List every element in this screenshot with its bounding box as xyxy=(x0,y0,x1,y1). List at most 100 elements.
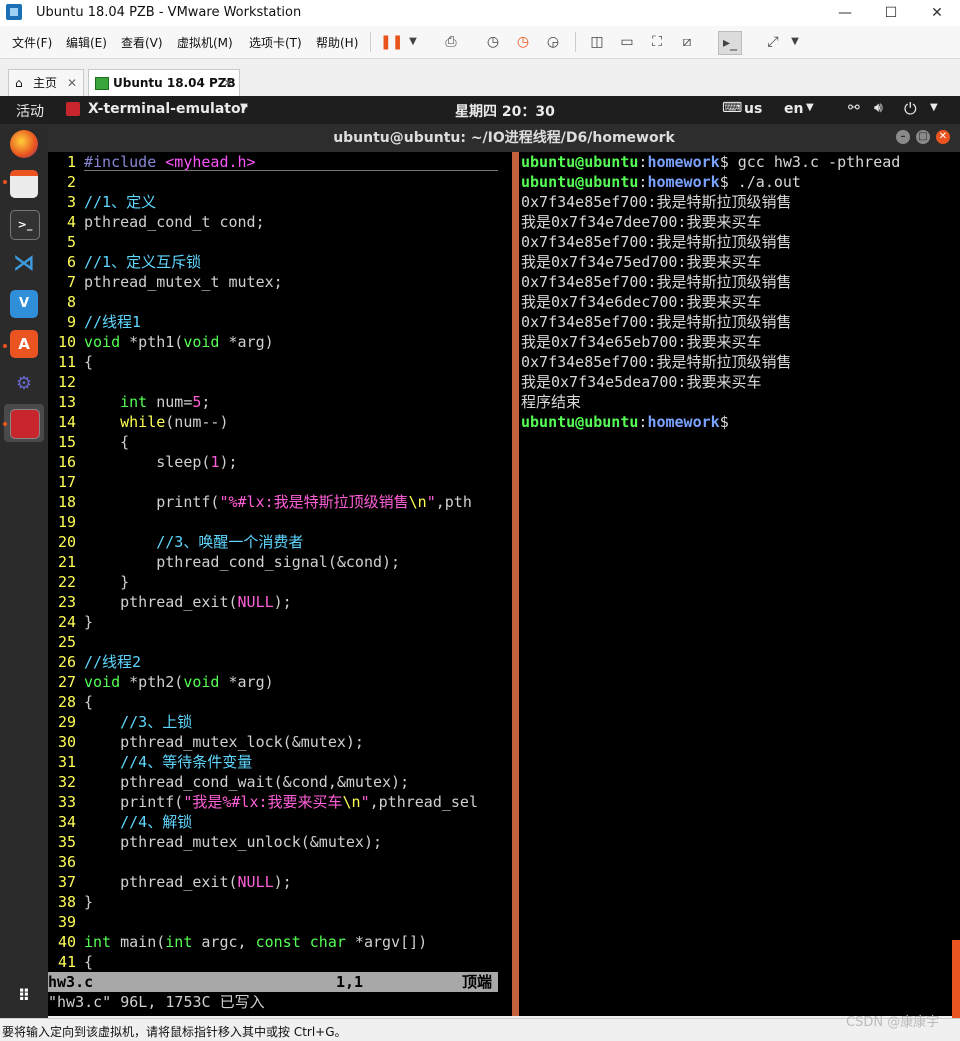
line-number: 18 xyxy=(57,493,76,511)
code-line[interactable]: 26 //线程2 xyxy=(48,652,512,672)
app-menu[interactable]: X-terminal-emulator xyxy=(88,101,247,117)
code-line[interactable]: 36 xyxy=(48,852,512,872)
chevron-down-icon[interactable]: ▼ xyxy=(240,102,248,113)
network-tools-icon[interactable]: ⚙ xyxy=(10,370,38,398)
power-icon[interactable]: ⏻ xyxy=(904,99,917,119)
code-line[interactable]: 16 sleep(1); xyxy=(48,452,512,472)
pause-icon[interactable]: ❚❚ xyxy=(380,31,403,53)
sidebar-toggle-icon[interactable]: ◫ xyxy=(586,31,608,53)
terminal-view-icon[interactable]: ▸_ xyxy=(718,31,742,55)
vim-editor-pane[interactable]: 1 #include <myhead.h> 2 3//1、定义 4 pthread_con… xyxy=(48,152,512,1016)
tab-ubuntu[interactable]: Ubuntu 18.04 PZB ✕ xyxy=(88,69,240,96)
menu-edit[interactable]: 编辑(E) xyxy=(66,34,107,51)
show-apps-icon[interactable]: ⠿ xyxy=(10,982,38,1010)
chevron-down-icon[interactable]: ▼ xyxy=(930,102,938,113)
close-icon[interactable]: ✕ xyxy=(223,70,233,96)
fullscreen-icon[interactable]: ⛶ xyxy=(646,31,668,53)
code-line[interactable]: 2 xyxy=(48,172,512,192)
code-line[interactable]: 35 pthread_mutex_unlock(&mutex); xyxy=(48,832,512,852)
minimize-icon[interactable]: – xyxy=(896,130,910,144)
code-line[interactable]: 34 //4、解锁 xyxy=(48,812,512,832)
code-line[interactable]: 30 pthread_mutex_lock(&mutex); xyxy=(48,732,512,752)
activities-button[interactable]: 活动 xyxy=(16,101,44,121)
close-icon[interactable]: ✕ xyxy=(936,130,950,144)
code-line[interactable]: 38} xyxy=(48,892,512,912)
code-line[interactable]: 24} xyxy=(48,612,512,632)
code-line[interactable]: 10 void *pth1(void *arg) xyxy=(48,332,512,352)
code-line[interactable]: 40 int main(int argc, const char *argv[]) xyxy=(48,932,512,952)
code-line[interactable]: 20 //3、唤醒一个消费者 xyxy=(48,532,512,552)
code-line[interactable]: 32 pthread_cond_wait(&cond,&mutex); xyxy=(48,772,512,792)
menu-file[interactable]: 文件(F) xyxy=(12,34,52,51)
revert-snapshot-icon[interactable]: ◷ xyxy=(512,31,534,53)
chevron-down-icon[interactable]: ▼ xyxy=(806,102,814,113)
menu-tabs[interactable]: 选项卡(T) xyxy=(249,34,302,51)
code-line[interactable]: 6 //1、定义互斥锁 xyxy=(48,252,512,272)
scrollbar-thumb[interactable] xyxy=(952,940,960,1018)
volume-icon[interactable]: 🔊︎ xyxy=(874,100,883,116)
software-center-icon[interactable]: A xyxy=(10,330,38,358)
code-line[interactable]: 23 pthread_exit(NULL); xyxy=(48,592,512,612)
close-button[interactable]: ✕ xyxy=(914,0,960,26)
code-line[interactable]: 21 pthread_cond_signal(&cond); xyxy=(48,552,512,572)
line-number: 11 xyxy=(57,353,76,371)
stretch-icon[interactable]: ⤢ xyxy=(762,31,784,53)
code-line[interactable]: 1 #include <myhead.h> xyxy=(48,152,512,172)
vmware-tools-icon[interactable]: V xyxy=(10,290,38,318)
files-icon[interactable] xyxy=(10,170,38,198)
maximize-button[interactable]: ☐ xyxy=(868,0,914,26)
vscode-icon[interactable]: ⋊ xyxy=(10,250,38,278)
code-line[interactable]: 13 int num=5; xyxy=(48,392,512,412)
menu-help[interactable]: 帮助(H) xyxy=(316,34,358,51)
snapshot-manager-icon[interactable]: ◶ xyxy=(542,31,564,53)
keyboard-layout[interactable]: us xyxy=(744,101,762,117)
shell-pane[interactable]: ubuntu@ubuntu:homework$ gcc hw3.c -pthre… xyxy=(519,152,960,1016)
code-line[interactable]: 41 { xyxy=(48,952,512,972)
code-line[interactable]: 22 } xyxy=(48,572,512,592)
console-view-icon[interactable]: ▭ xyxy=(616,31,638,53)
input-language[interactable]: en xyxy=(784,101,803,117)
code-line[interactable]: 19 xyxy=(48,512,512,532)
unity-icon[interactable]: ⧄ xyxy=(676,31,698,53)
firefox-icon[interactable] xyxy=(10,130,38,158)
code-line[interactable]: 29 //3、上锁 xyxy=(48,712,512,732)
send-ctrl-alt-del-icon[interactable]: ⎙ xyxy=(440,31,462,53)
minimize-button[interactable]: — xyxy=(822,0,868,26)
code-line[interactable]: 27 void *pth2(void *arg) xyxy=(48,672,512,692)
code-line[interactable]: 37 pthread_exit(NULL); xyxy=(48,872,512,892)
code-line[interactable]: 11 { xyxy=(48,352,512,372)
code-line[interactable]: 39 xyxy=(48,912,512,932)
code-line[interactable]: 18 printf("%#lx:我是特斯拉顶级销售\n",pth xyxy=(48,492,512,512)
menu-view[interactable]: 查看(V) xyxy=(121,34,163,51)
code-line[interactable]: 4 pthread_cond_t cond; xyxy=(48,212,512,232)
code-line[interactable]: 25 xyxy=(48,632,512,652)
code-line[interactable]: 15 { xyxy=(48,432,512,452)
close-icon[interactable]: ✕ xyxy=(67,70,77,96)
shell-output[interactable]: ubuntu@ubuntu:homework$ gcc hw3.c -pthre… xyxy=(521,152,900,432)
code-line[interactable]: 5 xyxy=(48,232,512,252)
code-line[interactable]: 33 printf("我是%#lx:我要来买车\n",pthread_sel xyxy=(48,792,512,812)
code-line[interactable]: 8 xyxy=(48,292,512,312)
terminal-icon[interactable]: >_ xyxy=(10,210,40,240)
maximize-icon[interactable]: □ xyxy=(916,130,930,144)
vim-buffer[interactable]: 1 #include <myhead.h> 2 3//1、定义 4 pthread_con… xyxy=(48,152,512,972)
code-line[interactable]: 31 //4、等待条件变量 xyxy=(48,752,512,772)
x-terminal-icon[interactable] xyxy=(10,409,40,439)
clock[interactable]: 星期四 20：30 xyxy=(455,101,555,121)
code-line[interactable]: 28 { xyxy=(48,692,512,712)
code-line[interactable]: 3 //1、定义 xyxy=(48,192,512,212)
code-line[interactable]: 7 pthread_mutex_t mutex; xyxy=(48,272,512,292)
code-line[interactable]: 17 xyxy=(48,472,512,492)
chevron-down-icon[interactable]: ▼ xyxy=(402,31,424,53)
snapshot-icon[interactable]: ◷ xyxy=(482,31,504,53)
network-icon[interactable]: ⚯ xyxy=(848,100,860,116)
tab-home[interactable]: ⌂ 主页 ✕ xyxy=(8,69,84,96)
code-line[interactable]: 9 //线程1 xyxy=(48,312,512,332)
code-line[interactable]: 14 while(num--) xyxy=(48,412,512,432)
code-line[interactable]: 12 xyxy=(48,372,512,392)
code-token: pthread_mutex_unlock(&mutex); xyxy=(84,833,383,851)
menu-vm[interactable]: 虚拟机(M) xyxy=(177,34,233,51)
tmux-pane-divider[interactable] xyxy=(512,152,519,1016)
keyboard-icon[interactable]: ⌨ xyxy=(722,100,742,116)
chevron-down-icon[interactable]: ▼ xyxy=(784,31,806,53)
